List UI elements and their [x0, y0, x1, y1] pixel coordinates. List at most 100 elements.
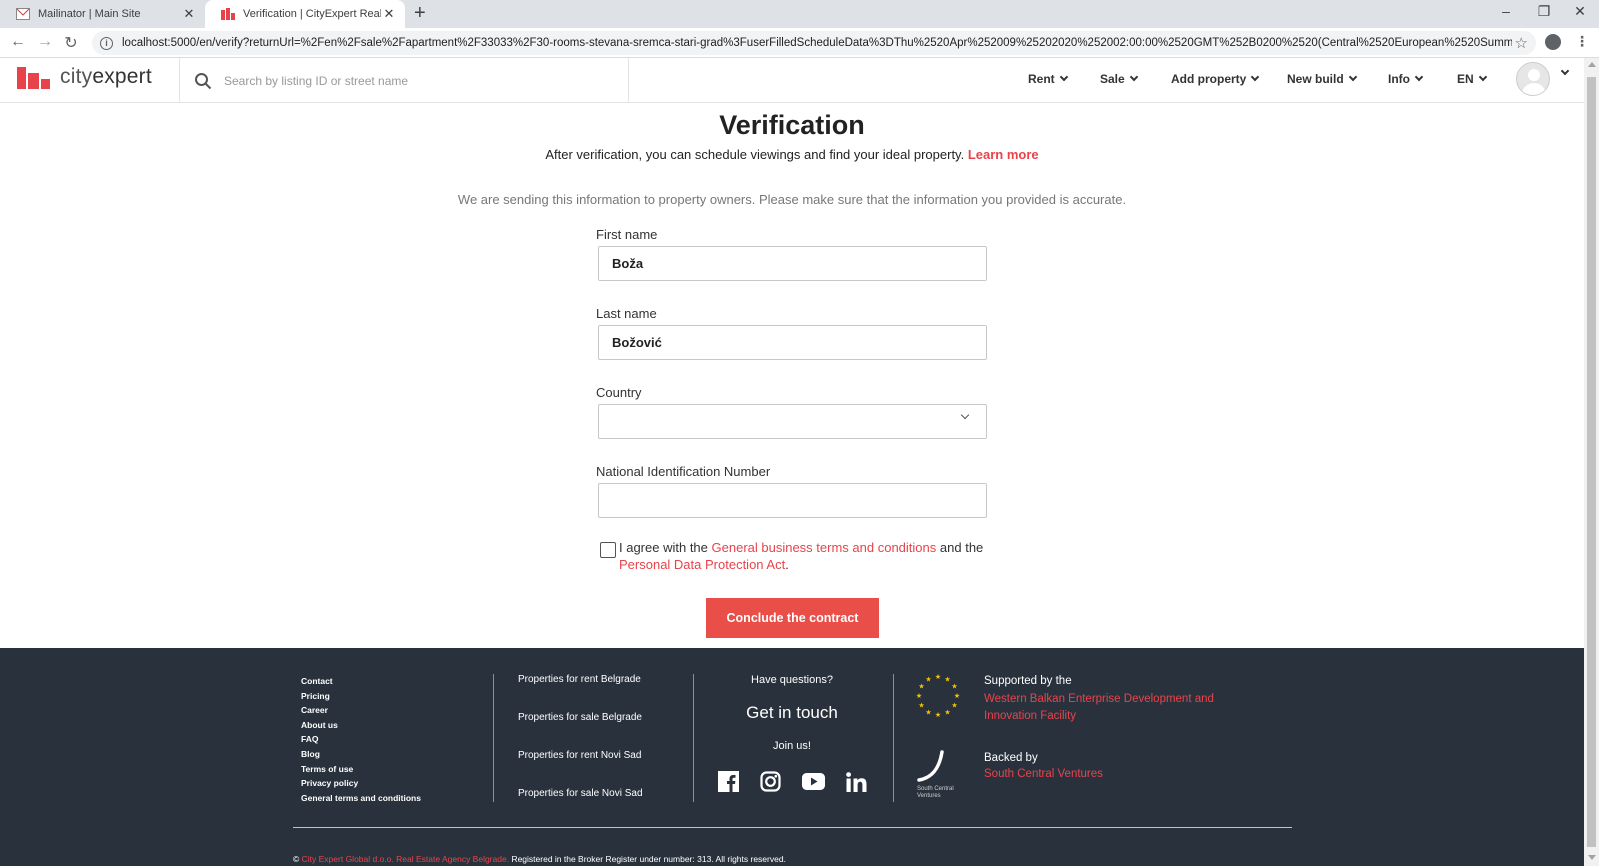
footer-link-about[interactable]: About us	[301, 718, 421, 733]
footer-link-terms[interactable]: Terms of use	[301, 762, 421, 777]
tab-verification[interactable]: Verification | CityExpert Real Esta ✕	[205, 0, 405, 28]
chevron-down-icon	[1348, 72, 1357, 82]
scroll-thumb[interactable]	[1587, 77, 1596, 847]
window-close-icon[interactable]: ✕	[1570, 3, 1590, 20]
linkedin-icon[interactable]	[845, 771, 867, 792]
footer-link-career[interactable]: Career	[301, 703, 421, 718]
footer-property-link[interactable]: Properties for sale Novi Sad	[518, 788, 643, 826]
privacy-act-link[interactable]: Personal Data Protection Act	[619, 557, 785, 572]
nav-language[interactable]: EN	[1457, 72, 1487, 86]
footer-link-contact[interactable]: Contact	[301, 674, 421, 689]
get-in-touch-link[interactable]: Get in touch	[697, 703, 887, 723]
nav-add-property[interactable]: Add property	[1171, 72, 1260, 86]
footer-properties: Properties for rent Belgrade Properties …	[518, 674, 643, 826]
forward-icon[interactable]: →	[35, 33, 55, 51]
browser-tab-bar: Mailinator | Main Site ✕ Verification | …	[0, 0, 1599, 28]
close-icon[interactable]: ✕	[181, 6, 197, 22]
footer-link-privacy[interactable]: Privacy policy	[301, 776, 421, 791]
country-select[interactable]	[598, 404, 987, 439]
logo-city: city	[60, 65, 93, 88]
first-name-input[interactable]	[598, 246, 987, 281]
svg-text:★: ★	[918, 683, 924, 691]
svg-text:★: ★	[918, 702, 924, 710]
wb-edif-link[interactable]: Western Balkan Enterprise Development an…	[984, 691, 1244, 725]
site-header: cityexpert Rent Sale Add property New bu…	[0, 58, 1584, 103]
footer-property-link[interactable]: Properties for rent Belgrade	[518, 674, 643, 712]
facebook-icon[interactable]	[717, 771, 739, 792]
new-tab-button[interactable]: +	[414, 2, 426, 25]
chevron-down-icon	[1129, 72, 1138, 82]
nav-new-build[interactable]: New build	[1287, 72, 1357, 86]
first-name-label: First name	[596, 227, 658, 242]
verification-page: Verification After verification, you can…	[0, 103, 1584, 648]
footer-link-pricing[interactable]: Pricing	[301, 689, 421, 704]
page-scrollbar[interactable]	[1584, 58, 1599, 866]
last-name-label: Last name	[596, 306, 657, 321]
svg-text:★: ★	[925, 709, 931, 717]
svg-text:★: ★	[916, 692, 922, 700]
footer-rule	[293, 827, 1292, 828]
join-us: Join us!	[773, 740, 811, 752]
reload-icon[interactable]: ↻	[61, 33, 81, 53]
svg-text:★: ★	[935, 711, 941, 718]
terms-link[interactable]: General business terms and conditions	[712, 540, 937, 555]
cityexpert-logo[interactable]: cityexpert	[17, 65, 152, 89]
footer-divider	[493, 674, 494, 802]
footer-property-link[interactable]: Properties for rent Novi Sad	[518, 750, 643, 788]
site-info-icon[interactable]: i	[100, 36, 113, 50]
browser-account-icon[interactable]	[1545, 34, 1561, 50]
supported-by: Supported by the	[984, 675, 1072, 687]
logo-bars-icon	[17, 67, 50, 89]
restore-icon[interactable]: ❐	[1534, 3, 1554, 20]
tab-title: Verification | CityExpert Real Esta	[243, 8, 381, 20]
footer-link-general-terms[interactable]: General terms and conditions	[301, 791, 421, 806]
search-input[interactable]	[224, 73, 604, 88]
svg-text:★: ★	[944, 709, 950, 717]
agree-checkbox[interactable]	[600, 542, 616, 558]
instagram-icon[interactable]	[759, 771, 781, 792]
footer-link-faq[interactable]: FAQ	[301, 732, 421, 747]
nin-label: National Identification Number	[596, 464, 771, 479]
svg-text:★: ★	[951, 702, 957, 710]
url-field[interactable]: i localhost:5000/en/verify?returnUrl=%2F…	[92, 31, 1536, 55]
nav-sale[interactable]: Sale	[1100, 72, 1138, 86]
country-label: Country	[596, 385, 642, 400]
scv-link[interactable]: South Central Ventures	[984, 768, 1103, 780]
accuracy-notice: We are sending this information to prope…	[457, 192, 1127, 207]
chevron-down-icon	[1414, 72, 1424, 82]
bookmark-star-icon[interactable]: ☆	[1515, 34, 1528, 52]
user-menu-chevron-icon[interactable]	[1556, 66, 1570, 76]
back-icon[interactable]: ←	[8, 33, 28, 51]
nin-input[interactable]	[598, 483, 987, 518]
footer-divider	[693, 674, 694, 802]
scroll-down-arrow-icon[interactable]	[1588, 855, 1596, 860]
search-icon[interactable]	[194, 72, 212, 90]
company-link[interactable]: City Expert Global d.o.o. Real Estate Ag…	[302, 854, 509, 864]
browser-menu-icon[interactable]: ⋮	[1575, 33, 1589, 50]
chevron-down-icon	[1059, 72, 1068, 82]
last-name-input[interactable]	[598, 325, 987, 360]
youtube-icon[interactable]	[801, 773, 825, 790]
user-avatar[interactable]	[1516, 62, 1550, 96]
footer-divider	[893, 674, 894, 802]
minimize-icon[interactable]: –	[1496, 3, 1516, 19]
scroll-up-arrow-icon[interactable]	[1588, 62, 1596, 67]
eu-stars-icon: ★ ★★ ★★★ ★★★ ★★★	[916, 673, 960, 718]
scv-logo-text: South Central Ventures	[917, 786, 954, 799]
tab-title: Mailinator | Main Site	[38, 8, 141, 20]
nav-rent[interactable]: Rent	[1028, 72, 1068, 86]
site-footer: Contact Pricing Career About us FAQ Blog…	[0, 648, 1584, 866]
conclude-contract-button[interactable]: Conclude the contract	[706, 598, 879, 638]
learn-more-link[interactable]: Learn more	[968, 147, 1039, 162]
tab-mailinator[interactable]: Mailinator | Main Site ✕	[0, 0, 205, 28]
nav-info[interactable]: Info	[1388, 72, 1424, 86]
page-title: Verification	[719, 110, 865, 140]
footer-contact: Have questions? Get in touch Join us!	[697, 674, 887, 792]
footer-link-blog[interactable]: Blog	[301, 747, 421, 762]
logo-expert: expert	[92, 65, 152, 88]
close-icon[interactable]: ✕	[381, 6, 397, 22]
svg-text:★: ★	[944, 676, 950, 684]
copyright: © City Expert Global d.o.o. Real Estate …	[293, 854, 786, 864]
footer-property-link[interactable]: Properties for sale Belgrade	[518, 712, 643, 750]
svg-text:★: ★	[925, 676, 931, 684]
